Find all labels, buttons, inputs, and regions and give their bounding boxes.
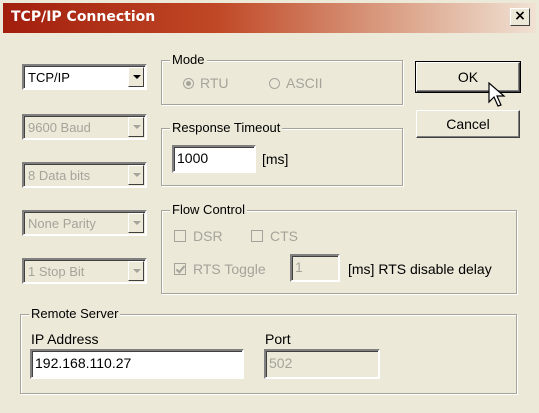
close-button[interactable]: ×: [510, 8, 530, 26]
baud-rate-select: 9600 Baud: [22, 114, 147, 140]
parity-dropdown-button: [128, 213, 144, 233]
radio-selected-icon: [183, 78, 194, 89]
port-label: Port: [265, 331, 291, 347]
remote-server-group: Remote Server IP Address 192.168.110.27 …: [20, 306, 517, 394]
port-input: 502: [264, 349, 380, 379]
connection-type-select[interactable]: TCP/IP: [22, 64, 147, 90]
radio-unselected-icon: [269, 78, 280, 89]
dsr-label: DSR: [193, 228, 223, 244]
cts-label: CTS: [270, 228, 298, 244]
cancel-button[interactable]: Cancel: [416, 110, 520, 138]
stop-bits-select: 1 Stop Bit: [22, 258, 147, 284]
window-title: TCP/IP Connection: [11, 9, 156, 25]
checkbox-checked-icon: [174, 263, 186, 275]
rts-delay-suffix: [ms] RTS disable delay: [348, 261, 492, 277]
dsr-checkbox: DSR: [174, 228, 223, 244]
response-timeout-unit: [ms]: [262, 151, 289, 167]
chevron-down-icon: [133, 269, 141, 273]
chevron-down-icon: [133, 75, 141, 79]
data-bits-dropdown-button: [128, 165, 144, 185]
chevron-down-icon: [133, 221, 141, 225]
rts-delay-input: 1: [290, 254, 340, 282]
mode-rtu-radio: RTU: [183, 75, 229, 91]
stop-bits-value: 1 Stop Bit: [28, 264, 85, 279]
stop-bits-dropdown-button: [128, 261, 144, 281]
response-timeout-group: Response Timeout 1000 [ms]: [161, 120, 403, 186]
connection-type-value: TCP/IP: [28, 70, 70, 85]
chevron-down-icon: [133, 125, 141, 129]
mode-rtu-label: RTU: [200, 75, 229, 91]
rts-toggle-checkbox: RTS Toggle: [174, 261, 266, 277]
cts-checkbox: CTS: [251, 228, 298, 244]
rts-toggle-label: RTS Toggle: [193, 261, 266, 277]
data-bits-select: 8 Data bits: [22, 162, 147, 188]
baud-rate-value: 9600 Baud: [28, 120, 91, 135]
connection-type-dropdown-button[interactable]: [128, 67, 144, 87]
mode-group: Mode RTU ASCII: [161, 52, 403, 105]
response-timeout-input[interactable]: 1000: [172, 145, 256, 173]
checkbox-unchecked-icon: [174, 230, 186, 242]
flow-control-group: Flow Control DSR CTS RTS Toggle 1 [ms] R…: [161, 202, 517, 294]
mode-ascii-label: ASCII: [286, 75, 323, 91]
mode-ascii-radio: ASCII: [269, 75, 323, 91]
response-timeout-label: Response Timeout: [170, 120, 283, 135]
tcpip-connection-dialog: TCP/IP Connection × TCP/IP 9600 Baud 8 D…: [0, 0, 539, 413]
ip-address-input[interactable]: 192.168.110.27: [30, 349, 244, 379]
flow-control-label: Flow Control: [170, 202, 247, 217]
title-bar[interactable]: TCP/IP Connection ×: [3, 3, 536, 33]
parity-select: None Parity: [22, 210, 147, 236]
baud-rate-dropdown-button: [128, 117, 144, 137]
close-icon: ×: [514, 8, 526, 24]
mouse-pointer-icon: [488, 82, 506, 107]
parity-value: None Parity: [28, 216, 96, 231]
data-bits-value: 8 Data bits: [28, 168, 91, 183]
mode-label: Mode: [170, 52, 207, 67]
remote-server-label: Remote Server: [29, 306, 121, 321]
chevron-down-icon: [133, 173, 141, 177]
ip-address-label: IP Address: [31, 331, 99, 347]
checkbox-unchecked-icon: [251, 230, 263, 242]
